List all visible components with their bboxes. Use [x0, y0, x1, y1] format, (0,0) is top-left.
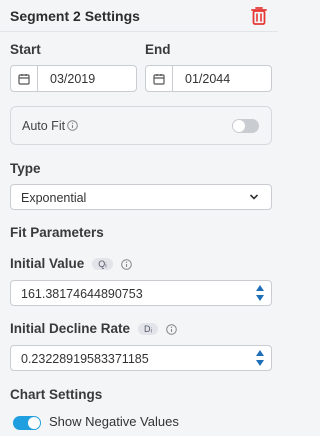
delete-segment-button[interactable] — [250, 6, 268, 26]
chart-settings-heading: Chart Settings — [10, 387, 103, 402]
stepper-down-button[interactable] — [253, 358, 267, 368]
stepper-down-button[interactable] — [253, 293, 267, 303]
segment-settings-panel: Segment 2 Settings Start End 03/2019 01/… — [0, 0, 278, 436]
initial-decline-label-row: Initial Decline Rate Dᵢ — [10, 321, 177, 336]
start-label: Start — [10, 42, 41, 57]
number-stepper — [253, 348, 267, 368]
panel-title: Segment 2 Settings — [10, 8, 140, 24]
end-date-value: 01/2044 — [185, 71, 231, 86]
initial-decline-input[interactable]: 0.23228919583371185 — [10, 345, 272, 371]
auto-fit-card: Auto Fit — [10, 106, 272, 145]
number-stepper — [253, 283, 267, 303]
calendar-icon[interactable] — [11, 66, 38, 91]
initial-decline-value: 0.23228919583371185 — [21, 352, 149, 366]
toggle-knob — [233, 120, 245, 132]
info-icon[interactable] — [67, 120, 78, 131]
chevron-down-icon — [249, 194, 259, 200]
auto-fit-toggle[interactable] — [232, 119, 259, 133]
type-label: Type — [10, 161, 41, 176]
caret-down-icon — [256, 360, 264, 366]
fit-parameters-heading: Fit Parameters — [10, 225, 104, 240]
caret-up-icon — [256, 285, 264, 291]
end-label: End — [145, 42, 171, 57]
trash-icon — [251, 7, 267, 25]
info-icon[interactable] — [166, 324, 177, 335]
stepper-up-button[interactable] — [253, 283, 267, 293]
stepper-up-button[interactable] — [253, 348, 267, 358]
caret-down-icon — [256, 295, 264, 301]
caret-up-icon — [256, 350, 264, 356]
type-selected-value: Exponential — [21, 191, 87, 205]
symbol-chip: Qᵢ — [92, 258, 113, 270]
show-negative-toggle[interactable] — [13, 416, 41, 430]
initial-decline-label: Initial Decline Rate — [10, 321, 131, 336]
initial-value-label: Initial Value — [10, 256, 85, 271]
start-date-value: 03/2019 — [50, 71, 96, 86]
start-date-field[interactable]: 03/2019 — [10, 65, 137, 92]
symbol-chip: Dᵢ — [138, 323, 158, 335]
panel-header: Segment 2 Settings — [0, 0, 278, 32]
info-icon[interactable] — [120, 259, 132, 270]
toggle-knob — [28, 417, 40, 429]
type-select[interactable]: Exponential — [10, 184, 272, 210]
initial-value-input[interactable]: 161.38174644890753 — [10, 280, 272, 306]
show-negative-label: Show Negative Values — [49, 414, 179, 429]
initial-value-label-row: Initial Value Qᵢ — [10, 256, 132, 271]
initial-value-value: 161.38174644890753 — [21, 287, 143, 301]
end-date-field[interactable]: 01/2044 — [145, 65, 272, 92]
auto-fit-label: Auto Fit — [22, 119, 66, 133]
calendar-icon[interactable] — [146, 66, 173, 91]
